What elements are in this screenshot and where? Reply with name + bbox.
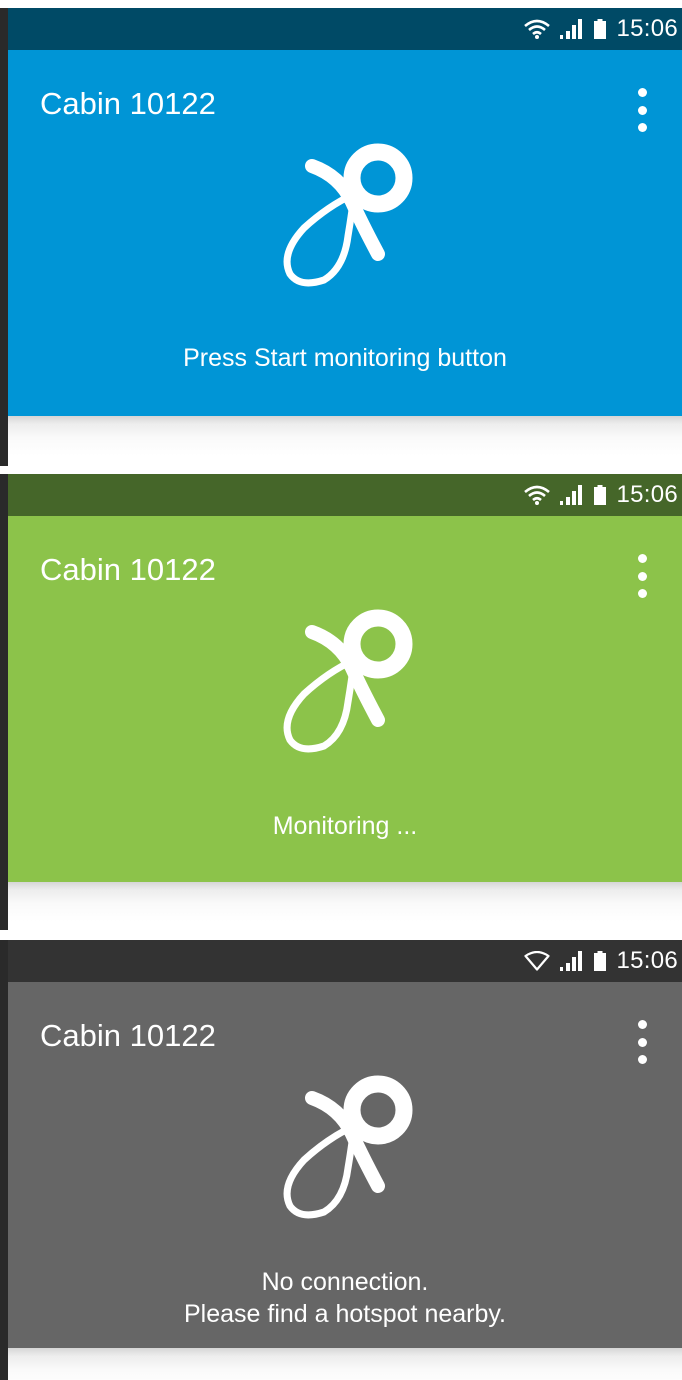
wifi-icon [524, 19, 551, 39]
more-vert-icon[interactable] [632, 554, 652, 598]
status-bar: 15:06 [8, 8, 682, 50]
signal-icon [560, 19, 584, 39]
content-sheet [8, 882, 682, 922]
status-time: 15:06 [616, 481, 678, 508]
frame-edge [0, 8, 8, 466]
status-bar: 15:06 [8, 940, 682, 982]
app-bar: Cabin 10122 No connection. Please find a… [8, 982, 682, 1348]
status-message-line: Monitoring ... [272, 812, 418, 840]
frame-edge [0, 940, 8, 1380]
signal-icon [560, 485, 584, 505]
status-message: Monitoring ... [8, 810, 682, 842]
wifi-icon [524, 485, 551, 505]
pacifier-icon [283, 143, 413, 287]
app-bar: Cabin 10122 Monitoring ... [8, 516, 682, 882]
screen-idle: 15:06 Cabin 10122 Press Start monitoring… [0, 8, 682, 466]
more-vert-icon[interactable] [632, 88, 652, 132]
wifi-empty-icon [524, 951, 551, 971]
battery-icon [594, 485, 607, 505]
signal-icon [560, 951, 584, 971]
pacifier-icon [283, 609, 413, 753]
cabin-title: Cabin 10122 [40, 1018, 216, 1053]
pacifier-icon [283, 1075, 413, 1219]
status-message: No connection. Please find a hotspot nea… [8, 1266, 682, 1330]
status-bar: 15:06 [8, 474, 682, 516]
status-message-line: Please find a hotspot nearby. [184, 1300, 506, 1328]
screen-no-connection: 15:06 Cabin 10122 No connection. Please … [0, 940, 682, 1380]
frame-edge [0, 474, 8, 930]
battery-icon [594, 951, 607, 971]
status-time: 15:06 [616, 947, 678, 974]
cabin-title: Cabin 10122 [40, 86, 216, 121]
content-sheet [8, 1348, 682, 1380]
more-vert-icon[interactable] [632, 1020, 652, 1064]
app-bar: Cabin 10122 Press Start monitoring butto… [8, 50, 682, 416]
screen-monitoring: 15:06 Cabin 10122 Monitoring ... [0, 474, 682, 930]
cabin-title: Cabin 10122 [40, 552, 216, 587]
content-sheet [8, 416, 682, 456]
battery-icon [594, 19, 607, 39]
status-message: Press Start monitoring button [8, 342, 682, 374]
status-message-line: Press Start monitoring button [183, 344, 507, 372]
status-time: 15:06 [616, 15, 678, 42]
status-message-line: No connection. [261, 1268, 429, 1296]
